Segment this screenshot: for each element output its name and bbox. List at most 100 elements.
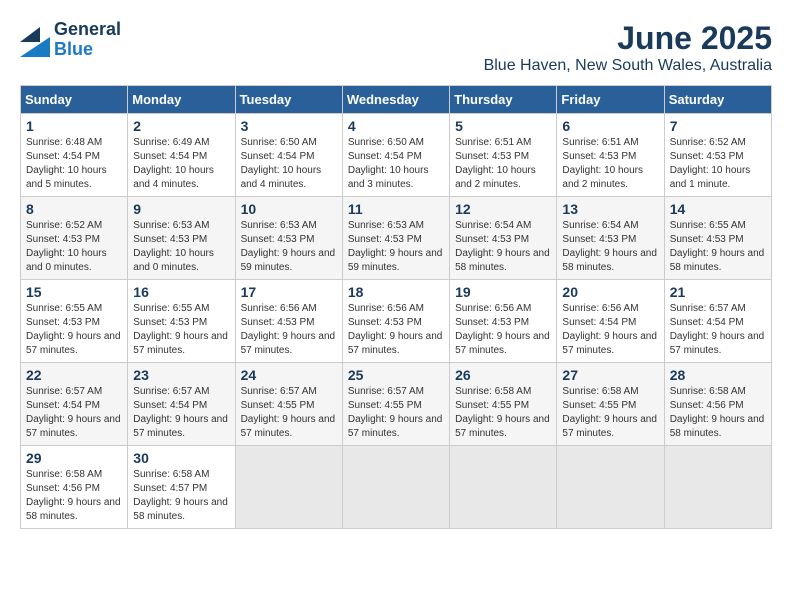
day-info: Sunrise: 6:50 AM Sunset: 4:54 PM Dayligh… — [241, 136, 337, 192]
calendar-cell: 15 Sunrise: 6:55 AM Sunset: 4:53 PM Dayl… — [21, 280, 128, 363]
calendar-cell: 30 Sunrise: 6:58 AM Sunset: 4:57 PM Dayl… — [128, 446, 235, 529]
day-number: 13 — [562, 201, 658, 217]
day-number: 25 — [348, 367, 444, 383]
day-number: 5 — [455, 118, 551, 134]
day-info: Sunrise: 6:57 AM Sunset: 4:54 PM Dayligh… — [26, 385, 122, 441]
calendar-cell — [450, 446, 557, 529]
day-number: 1 — [26, 118, 122, 134]
day-info: Sunrise: 6:58 AM Sunset: 4:55 PM Dayligh… — [562, 385, 658, 441]
calendar-cell: 17 Sunrise: 6:56 AM Sunset: 4:53 PM Dayl… — [235, 280, 342, 363]
day-info: Sunrise: 6:49 AM Sunset: 4:54 PM Dayligh… — [133, 136, 229, 192]
day-info: Sunrise: 6:54 AM Sunset: 4:53 PM Dayligh… — [562, 219, 658, 275]
day-info: Sunrise: 6:55 AM Sunset: 4:53 PM Dayligh… — [26, 302, 122, 358]
day-info: Sunrise: 6:57 AM Sunset: 4:55 PM Dayligh… — [241, 385, 337, 441]
calendar-week-row: 15 Sunrise: 6:55 AM Sunset: 4:53 PM Dayl… — [21, 280, 772, 363]
calendar-cell: 26 Sunrise: 6:58 AM Sunset: 4:55 PM Dayl… — [450, 363, 557, 446]
day-number: 17 — [241, 284, 337, 300]
day-info: Sunrise: 6:54 AM Sunset: 4:53 PM Dayligh… — [455, 219, 551, 275]
day-info: Sunrise: 6:56 AM Sunset: 4:53 PM Dayligh… — [455, 302, 551, 358]
location-title: Blue Haven, New South Wales, Australia — [484, 57, 772, 75]
calendar-week-row: 29 Sunrise: 6:58 AM Sunset: 4:56 PM Dayl… — [21, 446, 772, 529]
day-info: Sunrise: 6:58 AM Sunset: 4:57 PM Dayligh… — [133, 468, 229, 524]
calendar-cell: 13 Sunrise: 6:54 AM Sunset: 4:53 PM Dayl… — [557, 197, 664, 280]
weekday-header-row: SundayMondayTuesdayWednesdayThursdayFrid… — [21, 86, 772, 114]
day-number: 28 — [670, 367, 766, 383]
calendar-cell: 16 Sunrise: 6:55 AM Sunset: 4:53 PM Dayl… — [128, 280, 235, 363]
day-number: 6 — [562, 118, 658, 134]
calendar-cell: 22 Sunrise: 6:57 AM Sunset: 4:54 PM Dayl… — [21, 363, 128, 446]
day-number: 12 — [455, 201, 551, 217]
day-number: 18 — [348, 284, 444, 300]
calendar-cell: 21 Sunrise: 6:57 AM Sunset: 4:54 PM Dayl… — [664, 280, 771, 363]
day-info: Sunrise: 6:57 AM Sunset: 4:54 PM Dayligh… — [670, 302, 766, 358]
weekday-header-friday: Friday — [557, 86, 664, 114]
calendar-cell: 12 Sunrise: 6:54 AM Sunset: 4:53 PM Dayl… — [450, 197, 557, 280]
day-number: 8 — [26, 201, 122, 217]
calendar-cell: 23 Sunrise: 6:57 AM Sunset: 4:54 PM Dayl… — [128, 363, 235, 446]
calendar-cell: 28 Sunrise: 6:58 AM Sunset: 4:56 PM Dayl… — [664, 363, 771, 446]
calendar-cell: 1 Sunrise: 6:48 AM Sunset: 4:54 PM Dayli… — [21, 114, 128, 197]
calendar-cell: 27 Sunrise: 6:58 AM Sunset: 4:55 PM Dayl… — [557, 363, 664, 446]
calendar-cell: 3 Sunrise: 6:50 AM Sunset: 4:54 PM Dayli… — [235, 114, 342, 197]
calendar-cell: 10 Sunrise: 6:53 AM Sunset: 4:53 PM Dayl… — [235, 197, 342, 280]
day-number: 2 — [133, 118, 229, 134]
logo-icon — [20, 22, 50, 57]
day-info: Sunrise: 6:58 AM Sunset: 4:55 PM Dayligh… — [455, 385, 551, 441]
calendar-cell: 18 Sunrise: 6:56 AM Sunset: 4:53 PM Dayl… — [342, 280, 449, 363]
day-number: 29 — [26, 450, 122, 466]
calendar-cell: 19 Sunrise: 6:56 AM Sunset: 4:53 PM Dayl… — [450, 280, 557, 363]
calendar-cell: 8 Sunrise: 6:52 AM Sunset: 4:53 PM Dayli… — [21, 197, 128, 280]
day-number: 16 — [133, 284, 229, 300]
calendar-cell: 5 Sunrise: 6:51 AM Sunset: 4:53 PM Dayli… — [450, 114, 557, 197]
day-info: Sunrise: 6:48 AM Sunset: 4:54 PM Dayligh… — [26, 136, 122, 192]
day-info: Sunrise: 6:56 AM Sunset: 4:54 PM Dayligh… — [562, 302, 658, 358]
day-number: 26 — [455, 367, 551, 383]
day-number: 14 — [670, 201, 766, 217]
day-number: 30 — [133, 450, 229, 466]
month-title: June 2025 — [484, 20, 772, 57]
calendar-cell: 4 Sunrise: 6:50 AM Sunset: 4:54 PM Dayli… — [342, 114, 449, 197]
logo-text-blue: Blue — [54, 40, 121, 60]
calendar-cell: 25 Sunrise: 6:57 AM Sunset: 4:55 PM Dayl… — [342, 363, 449, 446]
calendar-cell — [557, 446, 664, 529]
weekday-header-monday: Monday — [128, 86, 235, 114]
day-number: 19 — [455, 284, 551, 300]
day-number: 15 — [26, 284, 122, 300]
calendar-cell: 20 Sunrise: 6:56 AM Sunset: 4:54 PM Dayl… — [557, 280, 664, 363]
calendar-cell — [235, 446, 342, 529]
day-info: Sunrise: 6:58 AM Sunset: 4:56 PM Dayligh… — [670, 385, 766, 441]
day-info: Sunrise: 6:53 AM Sunset: 4:53 PM Dayligh… — [241, 219, 337, 275]
day-number: 7 — [670, 118, 766, 134]
logo: General Blue — [20, 20, 121, 60]
day-number: 23 — [133, 367, 229, 383]
day-info: Sunrise: 6:56 AM Sunset: 4:53 PM Dayligh… — [348, 302, 444, 358]
calendar-cell: 6 Sunrise: 6:51 AM Sunset: 4:53 PM Dayli… — [557, 114, 664, 197]
calendar-cell: 11 Sunrise: 6:53 AM Sunset: 4:53 PM Dayl… — [342, 197, 449, 280]
calendar-cell: 29 Sunrise: 6:58 AM Sunset: 4:56 PM Dayl… — [21, 446, 128, 529]
day-info: Sunrise: 6:58 AM Sunset: 4:56 PM Dayligh… — [26, 468, 122, 524]
day-info: Sunrise: 6:55 AM Sunset: 4:53 PM Dayligh… — [133, 302, 229, 358]
weekday-header-sunday: Sunday — [21, 86, 128, 114]
calendar-cell: 24 Sunrise: 6:57 AM Sunset: 4:55 PM Dayl… — [235, 363, 342, 446]
day-info: Sunrise: 6:56 AM Sunset: 4:53 PM Dayligh… — [241, 302, 337, 358]
weekday-header-wednesday: Wednesday — [342, 86, 449, 114]
day-number: 22 — [26, 367, 122, 383]
day-info: Sunrise: 6:50 AM Sunset: 4:54 PM Dayligh… — [348, 136, 444, 192]
day-info: Sunrise: 6:53 AM Sunset: 4:53 PM Dayligh… — [348, 219, 444, 275]
weekday-header-saturday: Saturday — [664, 86, 771, 114]
day-number: 3 — [241, 118, 337, 134]
day-info: Sunrise: 6:51 AM Sunset: 4:53 PM Dayligh… — [455, 136, 551, 192]
day-number: 11 — [348, 201, 444, 217]
weekday-header-thursday: Thursday — [450, 86, 557, 114]
day-number: 24 — [241, 367, 337, 383]
calendar-cell — [664, 446, 771, 529]
day-number: 9 — [133, 201, 229, 217]
calendar-cell: 14 Sunrise: 6:55 AM Sunset: 4:53 PM Dayl… — [664, 197, 771, 280]
day-info: Sunrise: 6:51 AM Sunset: 4:53 PM Dayligh… — [562, 136, 658, 192]
day-number: 27 — [562, 367, 658, 383]
day-number: 10 — [241, 201, 337, 217]
day-info: Sunrise: 6:53 AM Sunset: 4:53 PM Dayligh… — [133, 219, 229, 275]
day-info: Sunrise: 6:57 AM Sunset: 4:54 PM Dayligh… — [133, 385, 229, 441]
calendar-cell — [342, 446, 449, 529]
calendar-cell: 7 Sunrise: 6:52 AM Sunset: 4:53 PM Dayli… — [664, 114, 771, 197]
